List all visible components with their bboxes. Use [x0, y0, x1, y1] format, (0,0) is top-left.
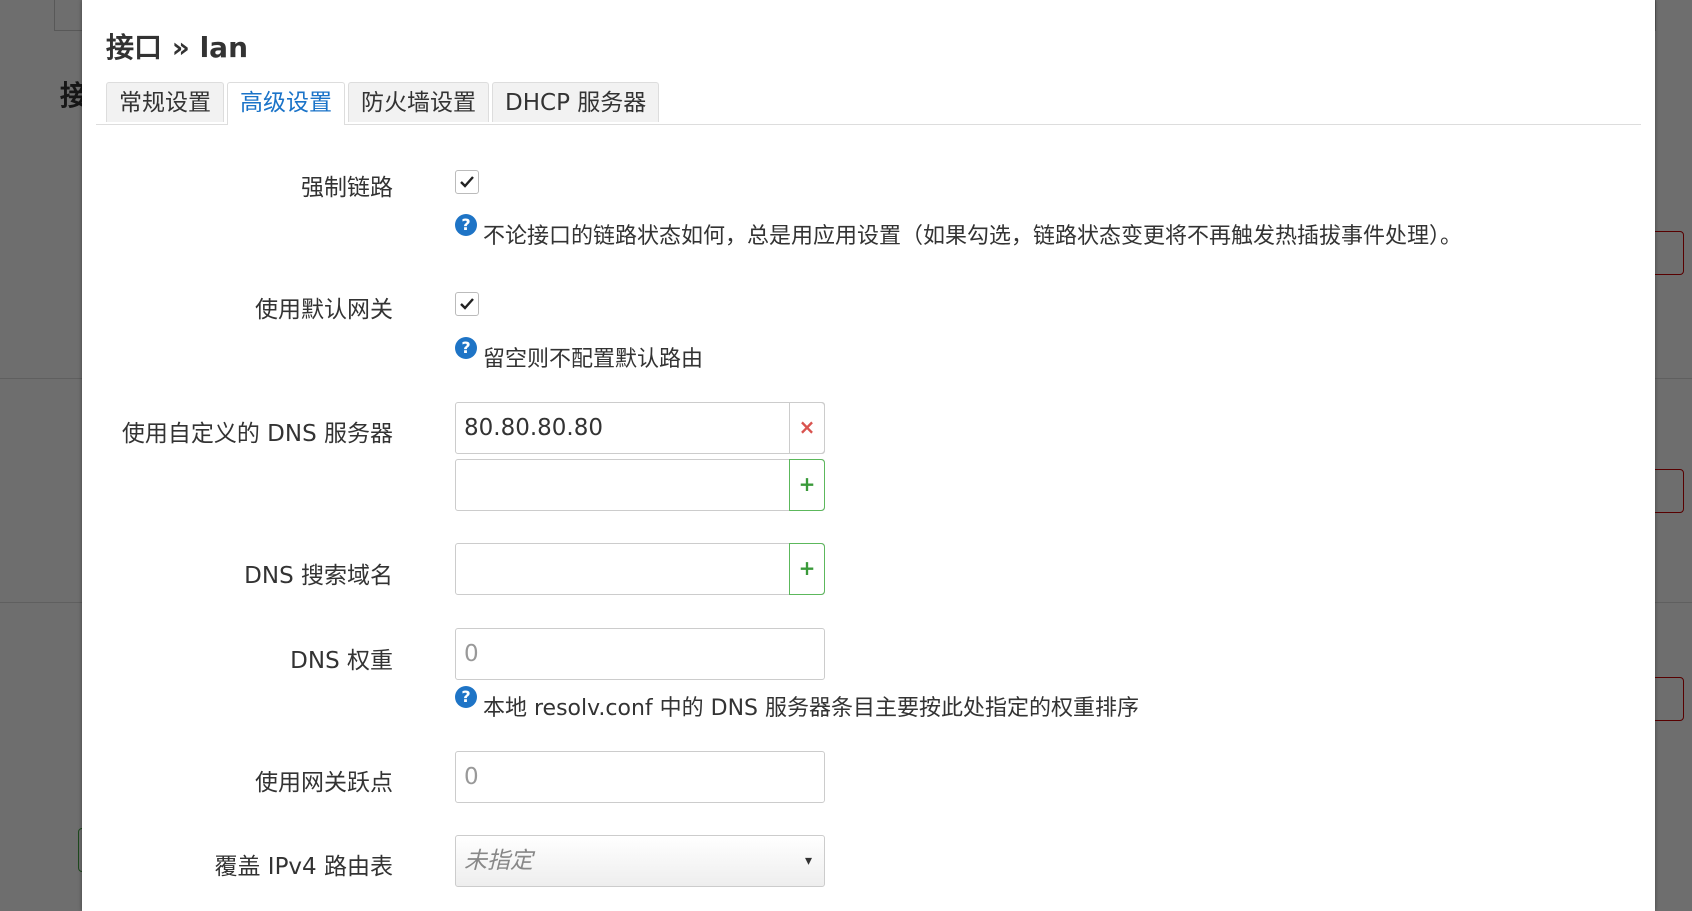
checkmark-icon [460, 176, 474, 188]
tab-general[interactable]: 常规设置 [106, 82, 224, 122]
ipv4-table-select[interactable]: 未指定 ▾ [455, 835, 825, 887]
help-icon: ? [455, 214, 477, 236]
ipv4-table-selected: 未指定 [464, 848, 533, 874]
dns-weight-help: ? 本地 resolv.conf 中的 DNS 服务器条目主要按此处指定的权重排序 [455, 686, 1140, 722]
dns-weight-help-text: 本地 resolv.conf 中的 DNS 服务器条目主要按此处指定的权重排序 [483, 696, 1140, 721]
force-link-label: 强制链路 [301, 175, 393, 201]
dns-weight-input[interactable]: 0 [455, 628, 825, 680]
ipv4-table-label: 覆盖 IPv4 路由表 [214, 854, 393, 880]
dns-search-label: DNS 搜索域名 [244, 563, 393, 589]
dns-weight-label: DNS 权重 [290, 648, 393, 674]
default-gateway-help-text: 留空则不配置默认路由 [483, 347, 704, 372]
dns-search-input[interactable] [455, 543, 825, 595]
gateway-metric-label: 使用网关跃点 [255, 770, 393, 796]
checkmark-icon [460, 298, 474, 310]
modal-title: 接口 » lan [106, 31, 249, 64]
force-link-help: ? 不论接口的链路状态如何，总是用应用设置（如果勾选，链路状态变更将不再触发热插拔… [455, 214, 1463, 250]
default-gateway-help: ? 留空则不配置默认路由 [455, 337, 704, 373]
tab-dhcp-server[interactable]: DHCP 服务器 [492, 82, 660, 122]
default-gateway-label: 使用默认网关 [255, 297, 393, 323]
tab-firewall[interactable]: 防火墙设置 [348, 82, 489, 122]
tab-advanced[interactable]: 高级设置 [227, 82, 345, 125]
tab-bar: 常规设置 高级设置 防火墙设置 DHCP 服务器 [96, 82, 1641, 125]
force-link-checkbox[interactable] [455, 170, 479, 194]
help-icon: ? [455, 337, 477, 359]
force-link-help-text: 不论接口的链路状态如何，总是用应用设置（如果勾选，链路状态变更将不再触发热插拔事… [483, 224, 1463, 249]
custom-dns-input-new[interactable] [455, 459, 825, 511]
help-icon: ? [455, 686, 477, 708]
interface-modal: 接口 » lan 常规设置 高级设置 防火墙设置 DHCP 服务器 强制链路 ?… [82, 0, 1655, 911]
custom-dns-input[interactable]: 80.80.80.80 [455, 402, 825, 454]
add-dns-search-button[interactable]: + [789, 543, 825, 595]
default-gateway-checkbox[interactable] [455, 292, 479, 316]
gateway-metric-input[interactable]: 0 [455, 751, 825, 803]
custom-dns-label: 使用自定义的 DNS 服务器 [121, 421, 393, 447]
remove-dns-button[interactable]: × [789, 402, 825, 454]
chevron-down-icon: ▾ [804, 853, 812, 869]
add-dns-button[interactable]: + [789, 459, 825, 511]
